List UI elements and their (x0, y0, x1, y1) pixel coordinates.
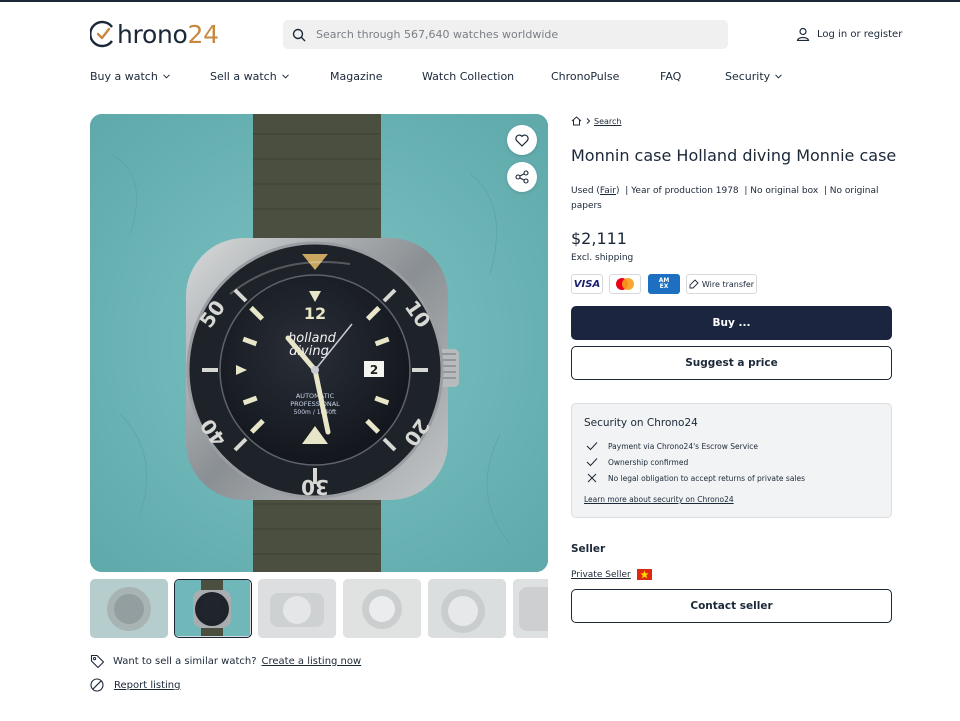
nav-magazine[interactable]: Magazine (330, 70, 383, 83)
dial-date: 2 (370, 363, 378, 377)
thumbnail-active[interactable] (174, 579, 252, 638)
suggest-price-button[interactable]: Suggest a price (571, 346, 892, 380)
amex-icon: AM EX (648, 274, 680, 294)
nav-label: Magazine (330, 70, 383, 83)
condition-link[interactable]: Fair (600, 186, 616, 196)
product-meta: Used (Fair) | Year of production 1978 | … (571, 184, 891, 213)
watch-photo: 50 10 40 20 30 12 holland diving 2 AUTOM… (90, 114, 548, 572)
security-item: No legal obligation to accept returns of… (586, 473, 805, 483)
breadcrumb: Search (571, 116, 621, 126)
report-row: Report listing (90, 678, 180, 692)
chrono24-logo[interactable]: hrono24 (90, 17, 219, 51)
shipping-note: Excl. shipping (571, 253, 634, 263)
user-icon (796, 27, 810, 41)
chevron-down-icon (162, 74, 170, 79)
close-icon (587, 473, 597, 483)
nav-label: Sell a watch (210, 70, 277, 83)
dial-text: 500m / 1640ft (294, 409, 337, 416)
security-item: Ownership confirmed (586, 457, 688, 467)
login-link[interactable]: Log in or register (796, 27, 902, 41)
nav-label: Buy a watch (90, 70, 158, 83)
nav-label: FAQ (660, 70, 682, 83)
dial-text: AUTOMATIC (296, 392, 335, 400)
nav-label: Security (725, 70, 771, 83)
sell-similar-row: Want to sell a similar watch? Create a l… (90, 654, 361, 669)
sell-similar-text: Want to sell a similar watch? (113, 656, 257, 667)
thumbnail[interactable] (428, 579, 506, 638)
wire-transfer-label: Wire transfer (701, 279, 755, 289)
seller-name-link[interactable]: Private Seller (571, 570, 631, 580)
mastercard-icon (609, 274, 641, 294)
thumbnail[interactable] (513, 579, 548, 638)
thumbnail[interactable] (258, 579, 336, 638)
heart-icon (515, 133, 529, 147)
chevron-right-icon (586, 118, 591, 124)
security-item-text: Ownership confirmed (608, 457, 689, 467)
search-bar[interactable] (283, 20, 728, 49)
price: $2,111 (571, 229, 627, 248)
thumbnail[interactable] (90, 579, 168, 638)
visa-icon: VISA (571, 274, 603, 294)
security-learn-more-link[interactable]: Learn more about security on Chrono24 (584, 495, 734, 504)
contact-seller-button[interactable]: Contact seller (571, 589, 892, 623)
seller-row: Private Seller (571, 569, 652, 580)
chevron-down-icon (281, 74, 289, 79)
nav-chronopulse[interactable]: ChronoPulse (551, 70, 619, 83)
security-box: Security on Chrono24 Payment via Chrono2… (571, 403, 892, 518)
main-nav: Buy a watch Sell a watch Magazine Watch … (0, 70, 960, 86)
logo-text: hrono24 (117, 19, 219, 49)
main-product-photo[interactable]: 50 10 40 20 30 12 holland diving 2 AUTOM… (90, 114, 548, 572)
search-input[interactable] (316, 28, 696, 41)
home-icon[interactable] (571, 116, 582, 126)
wire-transfer-badge: Wire transfer (686, 274, 757, 294)
create-listing-link[interactable]: Create a listing now (262, 656, 362, 667)
logo-clock-icon (90, 20, 113, 48)
chevron-down-icon (775, 74, 783, 79)
tag-icon (90, 654, 105, 669)
breadcrumb-search[interactable]: Search (594, 117, 621, 126)
security-title: Security on Chrono24 (584, 417, 698, 429)
bezel-number: 30 (301, 475, 329, 499)
login-label: Log in or register (817, 28, 903, 40)
share-icon (515, 170, 529, 184)
wire-transfer-icon (689, 279, 699, 289)
search-icon (292, 28, 306, 41)
check-icon (586, 458, 598, 467)
nav-faq[interactable]: FAQ (660, 70, 681, 83)
prohibited-icon (90, 678, 104, 692)
check-icon (586, 442, 598, 451)
thumbnail[interactable] (343, 579, 421, 638)
nav-buy-a-watch[interactable]: Buy a watch (90, 70, 170, 83)
security-item-text: Payment via Chrono24's Escrow Service (608, 441, 758, 451)
cn-flag-icon (636, 569, 652, 580)
nav-label: ChronoPulse (551, 70, 620, 83)
security-item: Payment via Chrono24's Escrow Service (586, 441, 758, 451)
nav-label: Watch Collection (422, 70, 515, 83)
favorite-button[interactable] (507, 125, 537, 155)
seller-heading: Seller (571, 543, 606, 555)
condition-prefix: Used ( (571, 186, 600, 196)
security-item-text: No legal obligation to accept returns of… (608, 473, 806, 483)
top-accent-bar (0, 0, 960, 2)
report-listing-link[interactable]: Report listing (114, 680, 180, 691)
thumbnail-strip (90, 579, 548, 638)
nav-watch-collection[interactable]: Watch Collection (422, 70, 514, 83)
product-title: Monnin case Holland diving Monnie case (571, 146, 897, 165)
dial-text: PROFESSIONAL (290, 400, 340, 408)
dial-numeral: 12 (304, 304, 326, 323)
nav-sell-a-watch[interactable]: Sell a watch (210, 70, 289, 83)
share-button[interactable] (507, 162, 537, 192)
buy-button[interactable]: Buy ... (571, 306, 892, 340)
nav-security[interactable]: Security (725, 70, 783, 83)
